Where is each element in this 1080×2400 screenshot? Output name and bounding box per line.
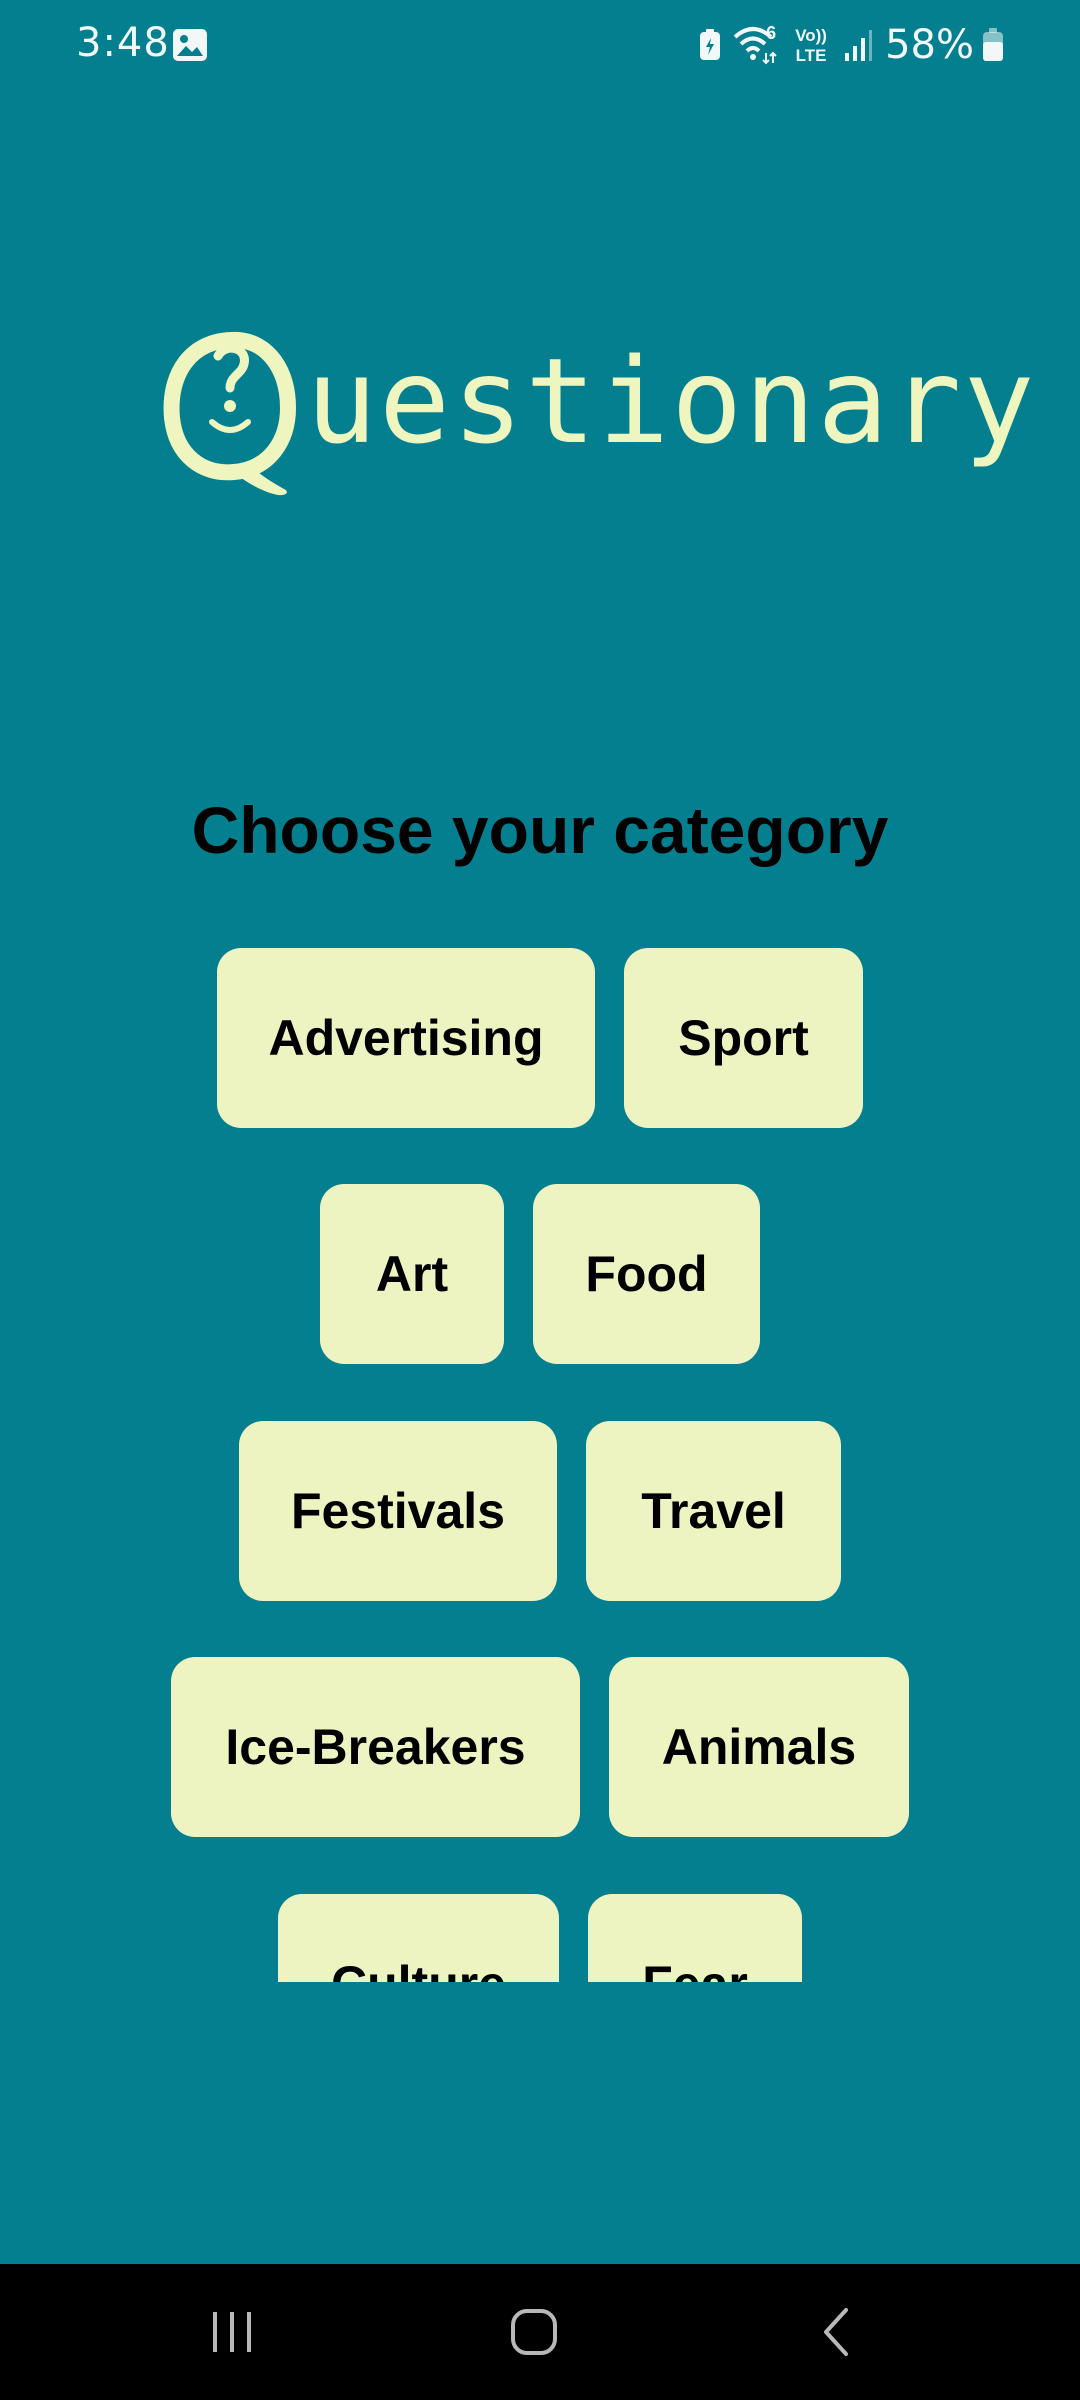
category-button-travel[interactable]: Travel (586, 1421, 841, 1601)
category-button-festivals[interactable]: Festivals (239, 1421, 557, 1601)
category-button-ice-breakers[interactable]: Ice-Breakers (171, 1657, 580, 1837)
back-button[interactable] (786, 2292, 886, 2372)
status-icons: 6 Vo)) LTE 58% (699, 20, 1004, 70)
category-button-animals[interactable]: Animals (609, 1657, 909, 1837)
category-button-culture[interactable]: Culture (278, 1894, 559, 1982)
category-button-fear[interactable]: Fear (588, 1894, 802, 1982)
home-button[interactable] (484, 2292, 584, 2372)
recents-button[interactable] (182, 2292, 282, 2372)
battery-icon (983, 28, 1003, 61)
logo-wordmark: uestionary (306, 332, 1037, 470)
q-face-logo-icon (163, 331, 297, 496)
wifi-icon: 6 (733, 23, 779, 65)
status-time: 3:48 (76, 20, 170, 66)
signal-icon (845, 30, 873, 61)
volte-label-top: Vo)) (795, 25, 827, 45)
system-nav-bar (0, 2264, 1080, 2400)
volte-icon: Vo)) LTE (791, 27, 831, 64)
category-list[interactable]: Advertising Sport Art Food Festivals Tra… (0, 920, 1080, 1982)
battery-saver-icon (700, 29, 721, 60)
battery-percent: 58% (885, 22, 974, 68)
back-icon (824, 2308, 848, 2356)
status-bar: 3:48 6 Vo)) LTE 58% (0, 0, 1080, 92)
gallery-icon (173, 29, 207, 61)
category-button-sport[interactable]: Sport (624, 948, 863, 1128)
page-title: Choose your category (191, 793, 889, 867)
category-button-art[interactable]: Art (320, 1184, 504, 1364)
home-icon (511, 2309, 557, 2355)
wifi-label: 6 (766, 23, 777, 43)
volte-label-bottom: LTE (795, 45, 827, 65)
app-logo: uestionary (160, 330, 1034, 510)
category-button-food[interactable]: Food (533, 1184, 760, 1364)
recents-icon (213, 2312, 251, 2352)
category-button-advertising[interactable]: Advertising (217, 948, 595, 1128)
